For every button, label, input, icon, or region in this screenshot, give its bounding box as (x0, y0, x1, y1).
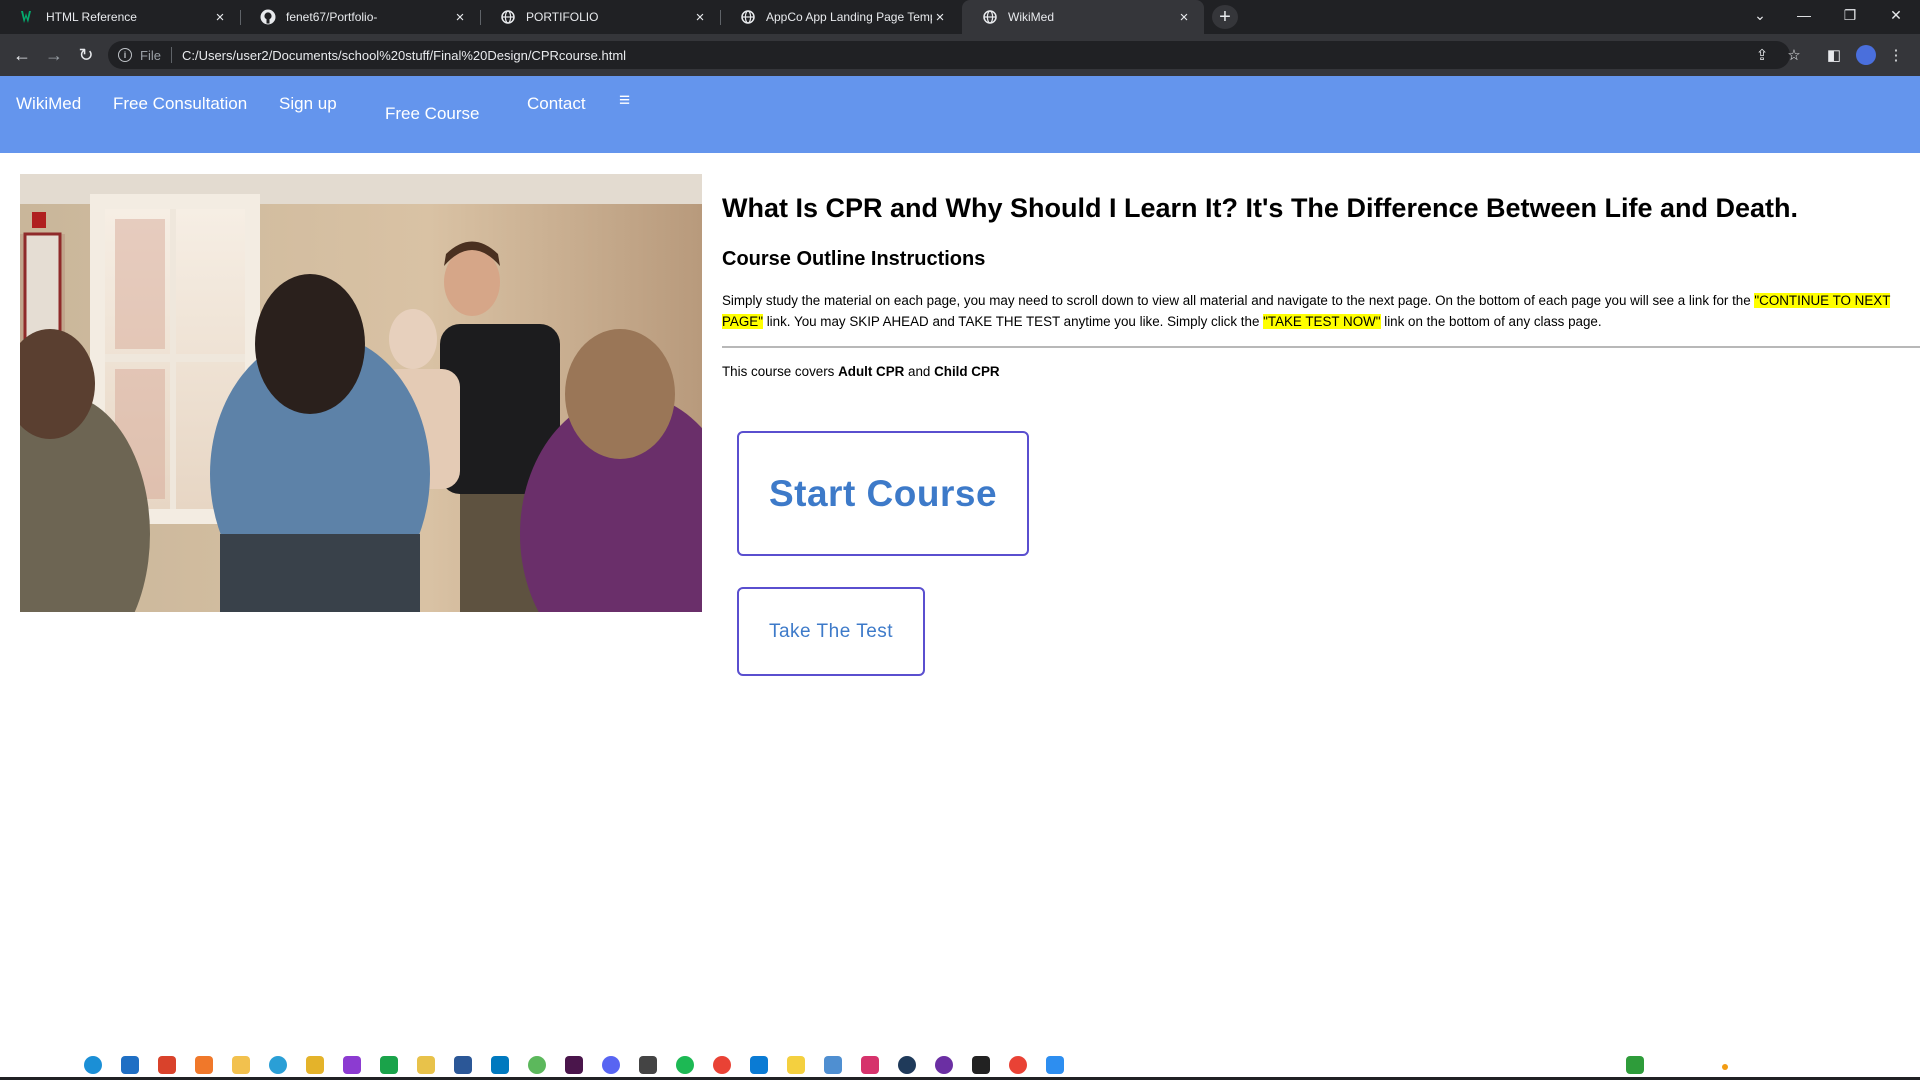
app-icon[interactable] (898, 1056, 916, 1074)
divider (722, 346, 1920, 348)
address-url[interactable]: C:/Users/user2/Documents/school%20stuff/… (182, 48, 626, 63)
tab-title: fenet67/Portfolio- (286, 10, 378, 24)
course-content: What Is CPR and Why Should I Learn It? I… (722, 190, 1920, 379)
file-explorer-icon[interactable] (232, 1056, 250, 1074)
bookmark-star-icon[interactable]: ☆ (1782, 44, 1806, 66)
instructions-text: link. You may SKIP AHEAD and TAKE THE TE… (762, 314, 1264, 329)
nav-free-consultation[interactable]: Free Consultation (113, 94, 247, 114)
instructions-text: link on the bottom of any class page. (1380, 314, 1602, 329)
notification-dot-icon (1722, 1064, 1728, 1070)
app-icon[interactable] (639, 1056, 657, 1074)
browser-tab-active[interactable]: WikiMed × (962, 0, 1204, 34)
app-icon[interactable] (343, 1056, 361, 1074)
app-icon[interactable] (935, 1056, 953, 1074)
app-icon[interactable] (380, 1056, 398, 1074)
close-window-icon[interactable]: ✕ (1876, 0, 1916, 30)
tab-search-icon[interactable]: ⌄ (1740, 0, 1780, 30)
mail-icon[interactable] (121, 1056, 139, 1074)
address-scheme: File (140, 47, 161, 63)
instructions-paragraph: Simply study the material on each page, … (722, 290, 1920, 332)
w3-icon (20, 9, 36, 25)
highlight-take-test: "TAKE TEST NOW" (1263, 314, 1381, 329)
slack-icon[interactable] (565, 1056, 583, 1074)
coverage-text: and (904, 364, 935, 379)
browser-tab[interactable]: PORTIFOLIO × (480, 0, 720, 34)
share-icon[interactable]: ⇪ (1750, 44, 1774, 66)
app-icon[interactable] (306, 1056, 324, 1074)
cpr-class-photo (20, 174, 702, 612)
vscode-icon[interactable] (750, 1056, 768, 1074)
forward-icon[interactable]: → (42, 44, 66, 66)
close-icon[interactable]: × (692, 9, 708, 26)
browser-tab[interactable]: AppCo App Landing Page Templ × (720, 0, 960, 34)
side-panel-icon[interactable]: ◧ (1822, 44, 1846, 66)
app-icon[interactable] (195, 1056, 213, 1074)
notion-icon[interactable] (972, 1056, 990, 1074)
profile-avatar[interactable] (1856, 45, 1876, 65)
close-icon[interactable]: × (452, 9, 468, 26)
browser-tab[interactable]: fenet67/Portfolio- × (240, 0, 480, 34)
new-tab-button[interactable]: + (1212, 5, 1238, 29)
course-coverage: This course covers Adult CPR and Child C… (722, 364, 1920, 379)
coverage-child: Child CPR (934, 364, 1000, 379)
restore-icon[interactable]: ❐ (1830, 0, 1870, 30)
instagram-icon[interactable] (861, 1056, 879, 1074)
kebab-menu-icon[interactable]: ⋮ (1884, 44, 1908, 66)
tab-title: WikiMed (1008, 10, 1055, 24)
back-icon[interactable]: ← (10, 44, 34, 66)
trello-icon[interactable] (491, 1056, 509, 1074)
edge-icon[interactable] (84, 1056, 102, 1074)
signal-strength-icon[interactable] (1626, 1056, 1644, 1074)
tab-title: AppCo App Landing Page Templ (766, 10, 932, 24)
coverage-text: This course covers (722, 364, 839, 379)
close-icon[interactable]: × (1176, 9, 1192, 26)
spotify-icon[interactable] (676, 1056, 694, 1074)
nav-brand[interactable]: WikiMed (16, 94, 81, 114)
discord-icon[interactable] (602, 1056, 620, 1074)
close-icon[interactable]: × (212, 9, 228, 26)
app-icon[interactable] (1046, 1056, 1064, 1074)
app-icon[interactable] (417, 1056, 435, 1074)
reload-icon[interactable]: ↻ (74, 44, 98, 66)
nav-contact[interactable]: Contact (527, 94, 586, 114)
chrome-icon[interactable] (1009, 1056, 1027, 1074)
github-icon (260, 9, 276, 25)
instructions-text: Simply study the material on each page, … (722, 293, 1755, 308)
telegram-icon[interactable] (269, 1056, 287, 1074)
tab-title: PORTIFOLIO (526, 10, 599, 24)
nav-sign-up[interactable]: Sign up (279, 94, 337, 114)
hamburger-menu-icon[interactable]: ≡ (619, 90, 630, 112)
sticky-notes-icon[interactable] (787, 1056, 805, 1074)
globe-icon (500, 9, 516, 25)
browser-tabstrip: HTML Reference × fenet67/Portfolio- × PO… (0, 0, 1920, 34)
globe-icon (740, 9, 756, 25)
minimize-icon[interactable]: — (1784, 0, 1824, 30)
start-course-button[interactable]: Start Course (737, 431, 1029, 556)
nav-free-course[interactable]: Free Course (385, 104, 479, 124)
site-navbar: WikiMed Free Consultation Sign up Free C… (0, 76, 1920, 153)
chrome-icon[interactable] (713, 1056, 731, 1074)
globe-icon (982, 9, 998, 25)
take-test-button[interactable]: Take The Test (737, 587, 925, 676)
calendar-icon[interactable] (824, 1056, 842, 1074)
close-icon[interactable]: × (932, 9, 948, 26)
info-icon[interactable]: i (118, 48, 132, 62)
section-heading: Course Outline Instructions (722, 248, 986, 270)
address-bar[interactable]: i File C:/Users/user2/Documents/school%2… (108, 41, 1790, 69)
app-icon[interactable] (454, 1056, 472, 1074)
office-icon[interactable] (158, 1056, 176, 1074)
coverage-adult: Adult CPR (838, 364, 905, 379)
tab-title: HTML Reference (46, 10, 137, 24)
address-divider (170, 47, 172, 63)
page-title: What Is CPR and Why Should I Learn It? I… (722, 193, 1799, 223)
browser-toolbar: ← → ↻ i File C:/Users/user2/Documents/sc… (0, 34, 1920, 76)
app-icon[interactable] (528, 1056, 546, 1074)
browser-tab[interactable]: HTML Reference × (0, 0, 240, 34)
